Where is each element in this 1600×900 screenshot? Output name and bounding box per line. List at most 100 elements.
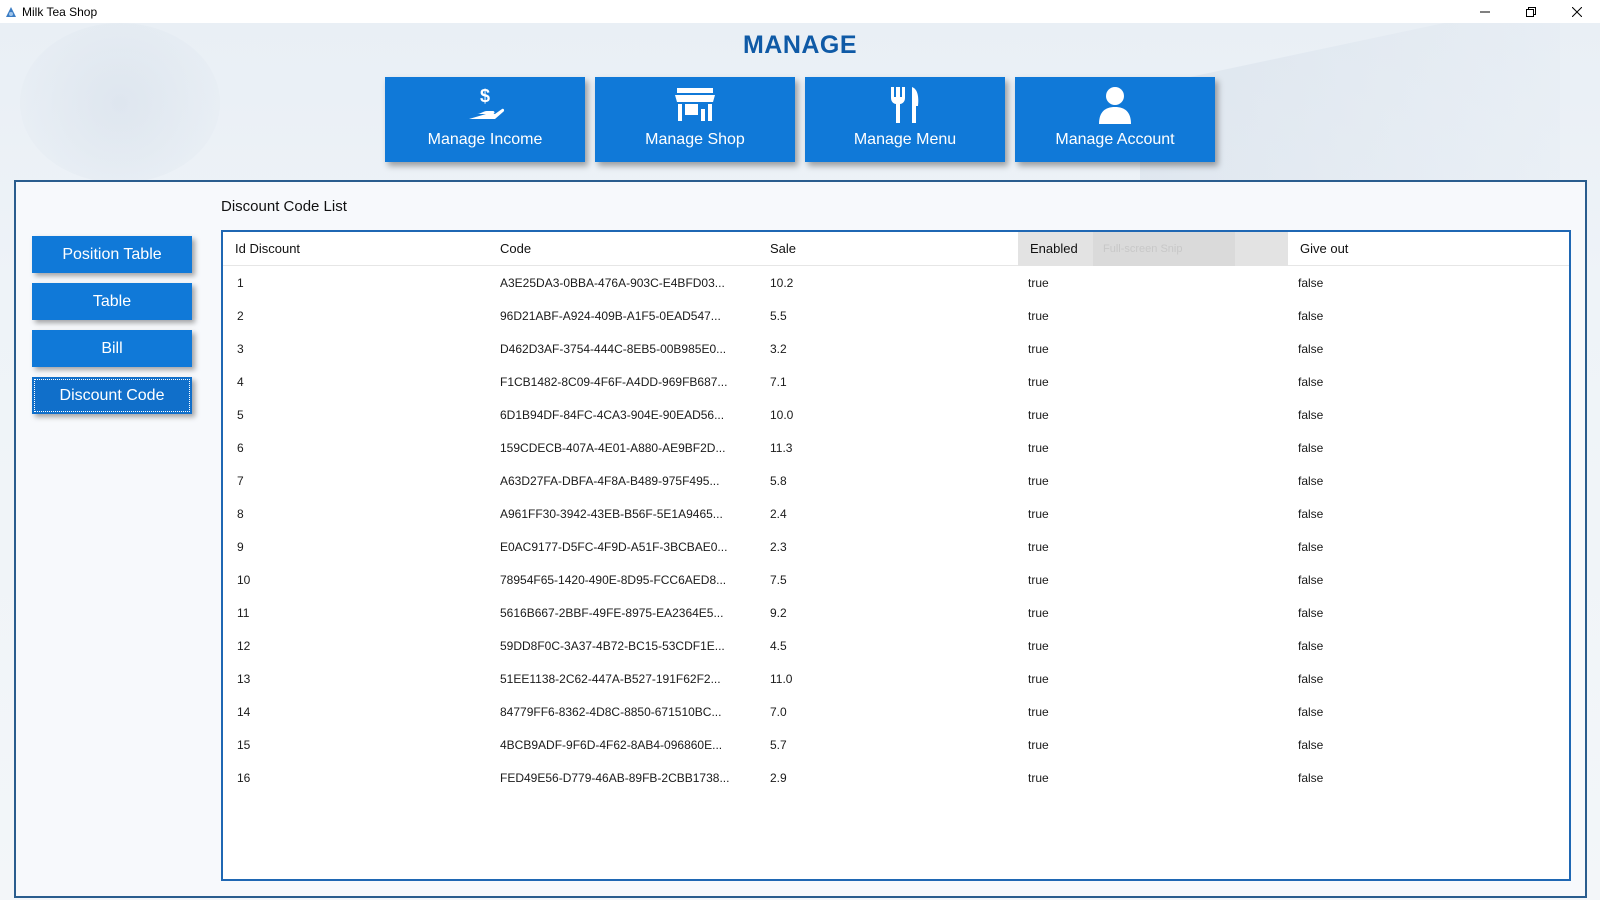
discount-code-button[interactable]: Discount Code (32, 377, 192, 414)
table-button[interactable]: Table (32, 283, 192, 320)
cell-id: 7 (237, 473, 244, 488)
cell-give-out: false (1298, 605, 1324, 620)
nav-card-label: Manage Menu (853, 131, 957, 148)
column-header-code[interactable]: Code (488, 232, 758, 266)
cell-code: D462D3AF-3754-444C-8EB5-00B985E0... (500, 341, 727, 356)
manage-income-button[interactable]: $ Manage Income (385, 77, 585, 162)
cell-sale: 11.0 (770, 671, 793, 686)
cell-enabled: true (1028, 440, 1049, 455)
table-row[interactable]: 3 D462D3AF-3754-444C-8EB5-00B985E0... 3.2 t… (223, 332, 1569, 365)
cell-sale: 5.8 (770, 473, 787, 488)
manage-shop-button[interactable]: Manage Shop (595, 77, 795, 162)
cell-code: E0AC9177-D5FC-4F9D-A51F-3BCBAE0... (500, 539, 728, 554)
table-row[interactable]: 5 6D1B94DF-84FC-4CA3-904E-90EAD56... 10.0 t… (223, 398, 1569, 431)
table-row[interactable]: 2 96D21ABF-A924-409B-A1F5-0EAD547... 5.5 tr… (223, 299, 1569, 332)
table-row[interactable]: 1 A3E25DA3-0BBA-476A-903C-E4BFD03... 10.2 t… (223, 266, 1569, 299)
table-row[interactable]: 9 E0AC9177-D5FC-4F9D-A51F-3BCBAE0... 2.3 tr… (223, 530, 1569, 563)
table-row[interactable]: 8 A961FF30-3942-43EB-B56F-5E1A9465... 2.4 t… (223, 497, 1569, 530)
close-icon[interactable] (1554, 0, 1600, 23)
manage-menu-button[interactable]: Manage Menu (805, 77, 1005, 162)
discount-code-table[interactable]: Id Discount Code Sale Enabled Give out F… (221, 230, 1571, 881)
cell-code: 78954F65-1420-490E-8D95-FCC6AED8... (500, 572, 727, 587)
cell-sale: 2.4 (770, 506, 787, 521)
table-header: Id Discount Code Sale Enabled Give out F… (223, 231, 1569, 266)
position-table-button[interactable]: Position Table (32, 236, 192, 273)
cell-sale: 3.2 (770, 341, 787, 356)
cell-id: 5 (237, 407, 244, 422)
cell-give-out: false (1298, 770, 1324, 785)
cell-id: 4 (237, 374, 244, 389)
table-row[interactable]: 16 FED49E56-D779-46AB-89FB-2CBB1738... 2.9… (223, 761, 1569, 794)
table-row[interactable]: 13 51EE1138-2C62-447A-B527-191F62F2... 11.… (223, 662, 1569, 695)
cell-sale: 4.5 (770, 638, 787, 653)
cell-id: 1 (237, 275, 244, 290)
column-header-id[interactable]: Id Discount (223, 232, 488, 266)
svg-text:$: $ (480, 86, 490, 106)
cell-id: 8 (237, 506, 244, 521)
cell-code: 6D1B94DF-84FC-4CA3-904E-90EAD56... (500, 407, 725, 422)
restore-icon[interactable] (1508, 0, 1554, 23)
table-row[interactable]: 12 59DD8F0C-3A37-4B72-BC15-53CDF1E... 4.5 t… (223, 629, 1569, 662)
nav-card-label: Manage Shop (645, 131, 745, 148)
cell-give-out: false (1298, 638, 1324, 653)
bill-button[interactable]: Bill (32, 330, 192, 367)
table-row[interactable]: 4 F1CB1482-8C09-4F6F-A4DD-969FB687... 7.1 t… (223, 365, 1569, 398)
sidebar: Position Table Table Bill Discount Code (32, 236, 192, 424)
cell-id: 15 (237, 737, 251, 752)
column-header-give-out[interactable]: Give out (1288, 232, 1558, 266)
cell-enabled: true (1028, 341, 1049, 356)
table-row[interactable]: 14 84779FF6-8362-4D8C-8850-671510BC... 7.0… (223, 695, 1569, 728)
table-row[interactable]: 7 A63D27FA-DBFA-4F8A-B489-975F495... 5.8 tr… (223, 464, 1569, 497)
cell-give-out: false (1298, 473, 1324, 488)
minimize-icon[interactable] (1462, 0, 1508, 23)
cell-give-out: false (1298, 407, 1324, 422)
cell-sale: 2.9 (770, 770, 787, 785)
cell-give-out: false (1298, 704, 1324, 719)
cell-enabled: true (1028, 308, 1049, 323)
cell-code: A3E25DA3-0BBA-476A-903C-E4BFD03... (500, 275, 725, 290)
cell-code: 4BCB9ADF-9F6D-4F62-8AB4-096860E... (500, 737, 723, 752)
cell-code: FED49E56-D779-46AB-89FB-2CBB1738... (500, 770, 730, 785)
shop-icon (673, 85, 717, 125)
cell-code: A961FF30-3942-43EB-B56F-5E1A9465... (500, 506, 723, 521)
table-body: 1 A3E25DA3-0BBA-476A-903C-E4BFD03... 10.2 t… (223, 266, 1569, 794)
cell-enabled: true (1028, 770, 1049, 785)
table-row[interactable]: 11 5616B667-2BBF-49FE-8975-EA2364E5... 9.2… (223, 596, 1569, 629)
list-title: Discount Code List (221, 198, 347, 215)
cell-enabled: true (1028, 671, 1049, 686)
cell-id: 11 (237, 605, 250, 620)
cell-code: 51EE1138-2C62-447A-B527-191F62F2... (500, 671, 721, 686)
cell-id: 10 (237, 572, 251, 587)
user-icon (1097, 85, 1133, 125)
cell-enabled: true (1028, 737, 1049, 752)
cell-code: A63D27FA-DBFA-4F8A-B489-975F495... (500, 473, 720, 488)
title-bar: Milk Tea Shop (0, 0, 1600, 23)
column-header-sale[interactable]: Sale (758, 232, 1018, 266)
cell-id: 6 (237, 440, 244, 455)
manage-account-button[interactable]: Manage Account (1015, 77, 1215, 162)
cell-code: 59DD8F0C-3A37-4B72-BC15-53CDF1E... (500, 638, 725, 653)
cell-give-out: false (1298, 572, 1324, 587)
table-row[interactable]: 10 78954F65-1420-490E-8D95-FCC6AED8... 7.5… (223, 563, 1569, 596)
cell-code: 5616B667-2BBF-49FE-8975-EA2364E5... (500, 605, 724, 620)
cell-code: 84779FF6-8362-4D8C-8850-671510BC... (500, 704, 722, 719)
table-row[interactable]: 6 159CDECB-407A-4E01-A880-AE9BF2D... 11.3 t… (223, 431, 1569, 464)
cell-sale: 10.2 (770, 275, 794, 290)
cell-enabled: true (1028, 638, 1049, 653)
cell-sale: 11.3 (770, 440, 793, 455)
cell-enabled: true (1028, 374, 1049, 389)
money-hand-icon: $ (465, 85, 505, 125)
cell-enabled: true (1028, 275, 1049, 290)
cell-enabled: true (1028, 572, 1049, 587)
cell-enabled: true (1028, 407, 1049, 422)
cell-enabled: true (1028, 605, 1049, 620)
cell-enabled: true (1028, 506, 1049, 521)
fork-knife-icon (888, 85, 922, 125)
cell-sale: 7.1 (770, 374, 787, 389)
cell-id: 16 (237, 770, 251, 785)
manage-nav: $ Manage Income Manage Shop Manage Menu … (385, 77, 1215, 162)
cell-enabled: true (1028, 539, 1049, 554)
cell-give-out: false (1298, 275, 1324, 290)
table-row[interactable]: 15 4BCB9ADF-9F6D-4F62-8AB4-096860E... 5.7 t… (223, 728, 1569, 761)
page-title: MANAGE (742, 31, 858, 59)
